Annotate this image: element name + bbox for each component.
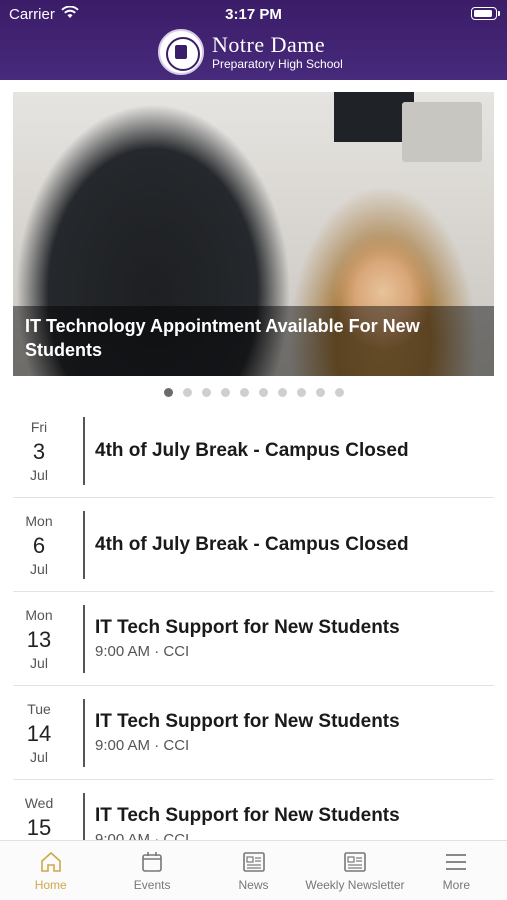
event-divider — [83, 604, 85, 673]
featured-caption: IT Technology Appointment Available For … — [25, 316, 420, 360]
tab-label: News — [238, 877, 269, 892]
battery-icon — [471, 7, 500, 20]
event-row[interactable]: Fri 3 Jul 4th of July Break - Campus Clo… — [13, 404, 494, 498]
carousel-pager[interactable] — [0, 388, 507, 397]
carousel-dot[interactable] — [277, 388, 287, 397]
event-title: IT Tech Support for New Students — [95, 711, 400, 732]
carousel-dot[interactable] — [201, 388, 211, 397]
tab-home[interactable]: Home — [0, 841, 101, 900]
event-list: Fri 3 Jul 4th of July Break - Campus Clo… — [13, 404, 494, 874]
event-month: Jul — [30, 560, 48, 577]
event-day: 6 — [32, 532, 46, 558]
event-day: 14 — [26, 720, 52, 746]
tab-news[interactable]: News — [203, 841, 304, 900]
newsletter-icon — [342, 850, 368, 874]
carousel-dot[interactable] — [182, 388, 192, 397]
news-icon — [241, 850, 267, 874]
event-day: 13 — [26, 626, 52, 652]
event-title: IT Tech Support for New Students — [95, 805, 400, 826]
event-date: Mon 13 Jul — [13, 607, 65, 671]
event-weekday: Mon — [25, 606, 53, 623]
home-icon — [38, 850, 64, 874]
event-divider — [83, 698, 85, 767]
carousel-dot[interactable] — [258, 388, 268, 397]
event-date: Fri 3 Jul — [13, 419, 65, 483]
event-divider — [83, 510, 85, 579]
tab-label: Weekly Newsletter — [305, 877, 405, 892]
event-title: 4th of July Break - Campus Closed — [95, 439, 409, 461]
event-date: Tue 14 Jul — [13, 701, 65, 765]
hero-photo-detail — [402, 102, 482, 162]
school-seal-logo — [158, 29, 204, 75]
event-row[interactable]: Mon 13 Jul IT Tech Support for New Stude… — [13, 592, 494, 686]
tab-label: More — [442, 877, 470, 892]
menu-icon — [443, 850, 469, 874]
event-weekday: Tue — [27, 700, 51, 717]
tab-more[interactable]: More — [406, 841, 507, 900]
carousel-dot[interactable] — [220, 388, 230, 397]
event-month: Jul — [30, 654, 48, 671]
event-row[interactable]: Mon 6 Jul 4th of July Break - Campus Clo… — [13, 498, 494, 592]
featured-carousel-slide[interactable]: IT Technology Appointment Available For … — [13, 92, 494, 376]
event-weekday: Wed — [24, 794, 54, 811]
carousel-dot[interactable] — [334, 388, 344, 397]
event-time-location: 9:00 AM · CCI — [95, 643, 190, 660]
school-brand: Notre Dame Preparatory High School — [158, 28, 343, 76]
carousel-dot[interactable] — [315, 388, 325, 397]
tab-label: Home — [34, 877, 67, 892]
tab-weekly-newsletter[interactable]: Weekly Newsletter — [304, 841, 405, 900]
event-month: Jul — [30, 466, 48, 483]
carousel-dot[interactable] — [239, 388, 249, 397]
bottom-tab-bar: Home Events News Weekly Newsletter More — [0, 840, 507, 900]
event-divider — [83, 416, 85, 485]
event-title: IT Tech Support for New Students — [95, 617, 400, 638]
tab-label: Events — [133, 877, 171, 892]
brand-subtitle: Preparatory High School — [212, 57, 343, 71]
status-bar: Carrier 3:17 PM — [0, 0, 507, 28]
app-header: Carrier 3:17 PM Notre Dame Preparatory H… — [0, 0, 507, 80]
event-time-location: 9:00 AM · CCI — [95, 737, 190, 754]
event-date: Mon 6 Jul — [13, 513, 65, 577]
event-title: 4th of July Break - Campus Closed — [95, 533, 409, 555]
event-row[interactable]: Tue 14 Jul IT Tech Support for New Stude… — [13, 686, 494, 780]
carousel-dot[interactable] — [296, 388, 306, 397]
event-weekday: Fri — [30, 418, 48, 435]
event-day: 3 — [32, 438, 46, 464]
brand-title: Notre Dame — [212, 32, 326, 57]
status-time: 3:17 PM — [225, 6, 282, 23]
event-day: 15 — [26, 814, 52, 840]
event-month: Jul — [30, 748, 48, 765]
calendar-icon — [139, 850, 165, 874]
carousel-dot[interactable] — [163, 388, 173, 397]
tab-events[interactable]: Events — [101, 841, 202, 900]
event-weekday: Mon — [25, 512, 53, 529]
